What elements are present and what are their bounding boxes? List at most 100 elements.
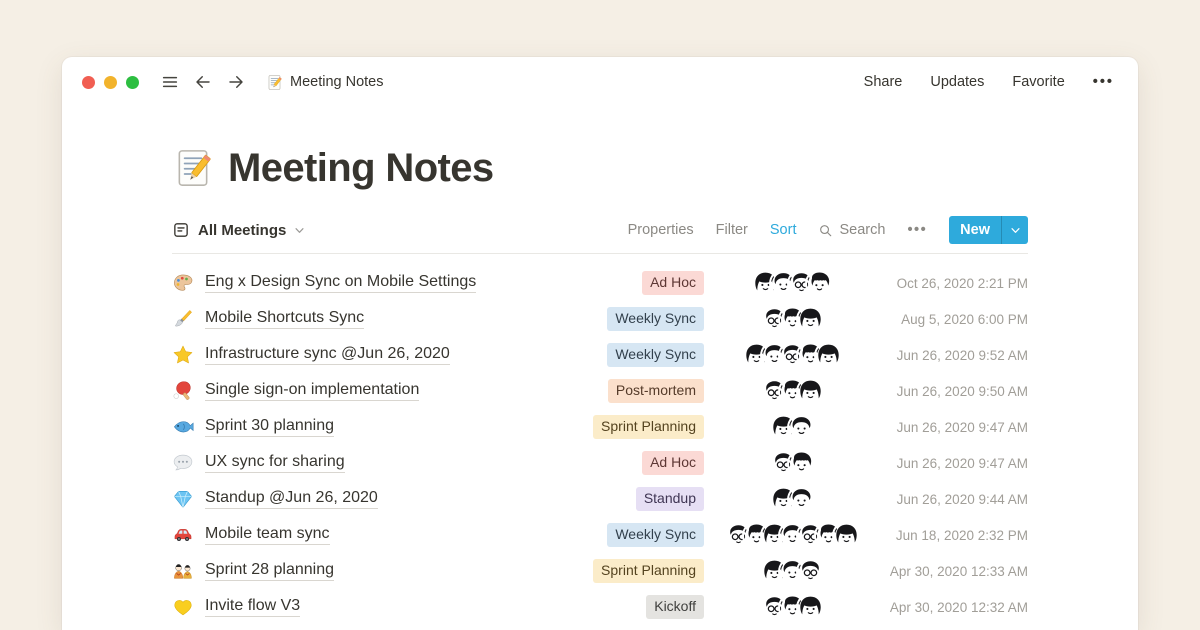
row-title[interactable]: Sprint 30 planning xyxy=(205,417,334,437)
avatar-group xyxy=(716,379,868,404)
table-row[interactable]: Standup @Jun 26, 2020 Standup Jun 26, 20… xyxy=(172,481,1028,517)
updates-button[interactable]: Updates xyxy=(930,74,984,90)
paintbrush-icon xyxy=(172,308,194,330)
breadcrumb-title: Meeting Notes xyxy=(290,74,384,90)
palette-icon xyxy=(172,272,194,294)
list-view-icon xyxy=(172,221,190,239)
tag-badge: Weekly Sync xyxy=(607,307,704,331)
properties-button[interactable]: Properties xyxy=(628,222,694,238)
view-switcher[interactable]: All Meetings xyxy=(172,221,305,239)
row-timestamp: Jun 26, 2020 9:47 AM xyxy=(878,420,1028,435)
avatar xyxy=(807,271,832,296)
tag-badge: Ad Hoc xyxy=(642,451,704,475)
tag-badge: Sprint Planning xyxy=(593,559,704,583)
forward-arrow-icon[interactable] xyxy=(227,73,245,91)
gem-icon xyxy=(172,488,194,510)
page-content: Meeting Notes All Meetings Properties Fi… xyxy=(62,141,1138,625)
table-row[interactable]: Sprint 30 planning Sprint Planning Jun 2… xyxy=(172,409,1028,445)
chevron-down-icon xyxy=(1010,225,1021,236)
view-more-options-icon[interactable]: ••• xyxy=(907,222,927,238)
traffic-lights xyxy=(82,76,139,89)
hamburger-menu-icon[interactable] xyxy=(161,73,179,91)
share-button[interactable]: Share xyxy=(864,74,903,90)
speech-balloon-icon xyxy=(172,452,194,474)
row-timestamp: Jun 26, 2020 9:44 AM xyxy=(878,492,1028,507)
row-title[interactable]: Standup @Jun 26, 2020 xyxy=(205,489,378,509)
avatar xyxy=(798,559,823,584)
row-timestamp: Jun 26, 2020 9:50 AM xyxy=(878,384,1028,399)
avatar xyxy=(789,415,814,440)
minimize-window-button[interactable] xyxy=(104,76,117,89)
row-title[interactable]: Mobile Shortcuts Sync xyxy=(205,309,364,329)
new-button[interactable]: New xyxy=(949,216,1001,244)
memo-icon xyxy=(266,74,283,91)
row-title[interactable]: Invite flow V3 xyxy=(205,597,300,617)
avatar xyxy=(789,487,814,512)
avatar-group xyxy=(716,307,868,332)
topbar-actions: Share Updates Favorite ••• xyxy=(864,74,1114,90)
row-timestamp: Apr 30, 2020 12:32 AM xyxy=(878,600,1028,615)
heart-icon xyxy=(172,596,194,618)
avatar-group xyxy=(716,523,868,548)
app-window: Meeting Notes Share Updates Favorite •••… xyxy=(62,57,1138,630)
avatar xyxy=(798,595,823,620)
table-row[interactable]: Sprint 28 planning Sprint Planning Apr 3… xyxy=(172,553,1028,589)
row-title[interactable]: Eng x Design Sync on Mobile Settings xyxy=(205,273,476,293)
avatar-group xyxy=(716,559,868,584)
row-timestamp: Jun 26, 2020 9:47 AM xyxy=(878,456,1028,471)
meetings-table: Eng x Design Sync on Mobile Settings Ad … xyxy=(172,254,1028,625)
row-timestamp: Apr 30, 2020 12:33 AM xyxy=(878,564,1028,579)
avatar-group xyxy=(716,595,868,620)
tag-badge: Sprint Planning xyxy=(593,415,704,439)
table-row[interactable]: UX sync for sharing Ad Hoc Jun 26, 2020 … xyxy=(172,445,1028,481)
avatar-group xyxy=(716,415,868,440)
avatar-group xyxy=(716,343,868,368)
back-arrow-icon[interactable] xyxy=(194,73,212,91)
favorite-button[interactable]: Favorite xyxy=(1012,74,1064,90)
row-title[interactable]: Single sign-on implementation xyxy=(205,381,419,401)
avatar xyxy=(816,343,841,368)
ping-pong-icon xyxy=(172,380,194,402)
row-title[interactable]: UX sync for sharing xyxy=(205,453,345,473)
table-row[interactable]: Mobile Shortcuts Sync Weekly Sync Aug 5,… xyxy=(172,301,1028,337)
row-timestamp: Jun 26, 2020 9:52 AM xyxy=(878,348,1028,363)
tag-badge: Standup xyxy=(636,487,704,511)
dolls-icon xyxy=(172,560,194,582)
chevron-down-icon xyxy=(294,225,305,236)
sort-button[interactable]: Sort xyxy=(770,222,797,238)
zoom-window-button[interactable] xyxy=(126,76,139,89)
avatar-group xyxy=(716,271,868,296)
star-icon xyxy=(172,344,194,366)
row-title[interactable]: Sprint 28 planning xyxy=(205,561,334,581)
avatar xyxy=(798,379,823,404)
table-row[interactable]: Invite flow V3 Kickoff Apr 30, 2020 12:3… xyxy=(172,589,1028,625)
filter-button[interactable]: Filter xyxy=(716,222,748,238)
row-timestamp: Oct 26, 2020 2:21 PM xyxy=(878,276,1028,291)
table-row[interactable]: Infrastructure sync @Jun 26, 2020 Weekly… xyxy=(172,337,1028,373)
view-bar: All Meetings Properties Filter Sort Sear… xyxy=(172,215,1028,245)
row-timestamp: Aug 5, 2020 6:00 PM xyxy=(878,312,1028,327)
tag-badge: Ad Hoc xyxy=(642,271,704,295)
new-button-group: New xyxy=(949,216,1028,244)
memo-icon xyxy=(172,147,214,189)
new-button-dropdown[interactable] xyxy=(1002,216,1028,244)
search-label: Search xyxy=(839,222,885,238)
tag-badge: Weekly Sync xyxy=(607,343,704,367)
more-options-icon[interactable]: ••• xyxy=(1093,74,1114,90)
table-row[interactable]: Single sign-on implementation Post-morte… xyxy=(172,373,1028,409)
breadcrumb[interactable]: Meeting Notes xyxy=(266,74,384,91)
row-timestamp: Jun 18, 2020 2:32 PM xyxy=(878,528,1028,543)
view-name: All Meetings xyxy=(198,222,286,239)
view-bar-actions: Properties Filter Sort Search ••• New xyxy=(628,216,1028,244)
close-window-button[interactable] xyxy=(82,76,95,89)
page-header: Meeting Notes xyxy=(172,141,1028,195)
search-icon xyxy=(818,223,833,238)
table-row[interactable]: Mobile team sync Weekly Sync Jun 18, 202… xyxy=(172,517,1028,553)
table-row[interactable]: Eng x Design Sync on Mobile Settings Ad … xyxy=(172,265,1028,301)
search-button[interactable]: Search xyxy=(818,222,885,238)
row-title[interactable]: Infrastructure sync @Jun 26, 2020 xyxy=(205,345,450,365)
tag-badge: Weekly Sync xyxy=(607,523,704,547)
car-icon xyxy=(172,524,194,546)
row-title[interactable]: Mobile team sync xyxy=(205,525,330,545)
window-topbar: Meeting Notes Share Updates Favorite ••• xyxy=(62,57,1138,107)
